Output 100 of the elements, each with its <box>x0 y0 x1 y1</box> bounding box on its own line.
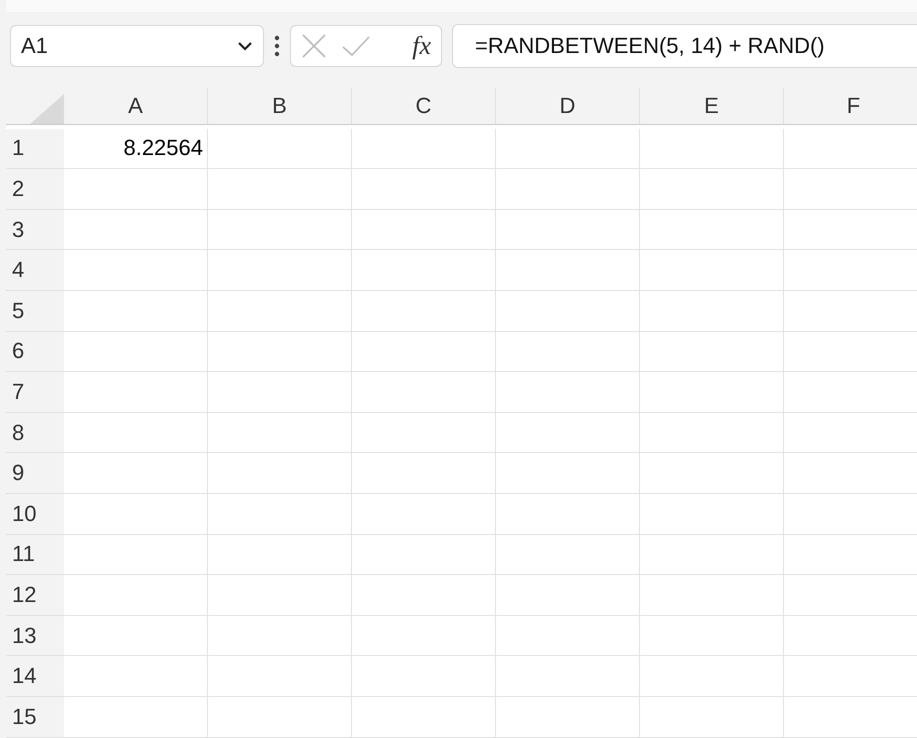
column-header[interactable]: E <box>640 88 784 125</box>
table-cell[interactable] <box>64 534 208 576</box>
row-header[interactable]: 1 <box>6 128 64 170</box>
row-header[interactable]: 11 <box>6 534 64 576</box>
row-header[interactable]: 13 <box>6 616 64 656</box>
table-cell[interactable] <box>496 372 640 413</box>
table-cell[interactable] <box>64 616 208 656</box>
table-cell[interactable] <box>208 696 352 738</box>
table-cell[interactable] <box>208 575 352 616</box>
table-cell[interactable] <box>352 332 496 372</box>
table-cell[interactable] <box>640 494 784 535</box>
table-cell[interactable] <box>352 412 496 454</box>
table-cell[interactable] <box>640 696 784 738</box>
row-header[interactable]: 8 <box>6 412 64 454</box>
row-header[interactable]: 9 <box>6 453 64 494</box>
table-cell[interactable] <box>352 616 496 656</box>
table-cell[interactable] <box>208 169 352 210</box>
table-cell[interactable] <box>640 534 784 576</box>
table-cell[interactable] <box>208 453 352 494</box>
table-cell[interactable] <box>64 656 208 697</box>
column-header[interactable]: B <box>208 88 352 125</box>
table-cell[interactable] <box>64 210 208 250</box>
table-cell[interactable] <box>640 412 784 454</box>
row-header[interactable]: 14 <box>6 656 64 697</box>
table-cell[interactable] <box>208 656 352 697</box>
table-cell[interactable] <box>496 453 640 494</box>
table-cell[interactable] <box>640 453 784 494</box>
table-cell[interactable] <box>496 332 640 372</box>
table-cell[interactable] <box>208 534 352 576</box>
table-cell[interactable] <box>64 332 208 372</box>
table-cell[interactable] <box>352 656 496 697</box>
table-cell[interactable] <box>496 128 640 170</box>
table-cell[interactable] <box>352 534 496 576</box>
table-cell[interactable] <box>64 372 208 413</box>
table-cell[interactable] <box>352 696 496 738</box>
row-header[interactable]: 5 <box>6 290 64 332</box>
table-cell[interactable] <box>496 210 640 250</box>
table-cell[interactable] <box>640 250 784 291</box>
table-cell[interactable] <box>352 453 496 494</box>
table-cell[interactable] <box>352 372 496 413</box>
table-cell[interactable] <box>352 169 496 210</box>
column-header[interactable]: A <box>64 88 208 125</box>
row-header[interactable]: 2 <box>6 169 64 210</box>
table-cell[interactable] <box>496 494 640 535</box>
table-cell[interactable] <box>208 250 352 291</box>
table-cell[interactable] <box>640 169 784 210</box>
table-cell[interactable] <box>64 575 208 616</box>
table-cell[interactable] <box>640 210 784 250</box>
table-cell[interactable] <box>208 210 352 250</box>
column-header[interactable]: D <box>496 88 640 125</box>
table-cell[interactable] <box>496 250 640 291</box>
table-cell[interactable] <box>352 494 496 535</box>
row-header[interactable]: 7 <box>6 372 64 413</box>
row-header[interactable]: 12 <box>6 575 64 616</box>
name-box[interactable]: A1 <box>10 25 264 67</box>
formula-field[interactable]: =RANDBETWEEN(5, 14) + RAND() <box>452 24 917 68</box>
table-cell[interactable] <box>208 290 352 332</box>
table-cell[interactable] <box>64 696 208 738</box>
cancel-icon[interactable] <box>301 33 327 59</box>
table-cell[interactable] <box>64 169 208 210</box>
table-cell[interactable] <box>496 412 640 454</box>
table-cell[interactable] <box>208 494 352 535</box>
table-cell[interactable] <box>64 453 208 494</box>
table-cell[interactable] <box>352 575 496 616</box>
table-cell[interactable] <box>352 128 496 170</box>
row-header[interactable]: 3 <box>6 210 64 250</box>
table-cell[interactable] <box>352 250 496 291</box>
table-cell[interactable] <box>496 290 640 332</box>
table-cell[interactable] <box>352 290 496 332</box>
table-cell[interactable] <box>640 290 784 332</box>
table-cell[interactable] <box>496 656 640 697</box>
row-header[interactable]: 15 <box>6 696 64 738</box>
check-icon[interactable] <box>341 35 371 57</box>
table-cell[interactable] <box>208 332 352 372</box>
table-cell[interactable] <box>496 696 640 738</box>
table-cell[interactable] <box>64 494 208 535</box>
table-cell[interactable] <box>496 534 640 576</box>
table-cell[interactable] <box>640 332 784 372</box>
table-cell[interactable] <box>208 128 352 170</box>
table-cell[interactable] <box>640 372 784 413</box>
table-cell[interactable] <box>64 412 208 454</box>
table-cell[interactable] <box>64 290 208 332</box>
table-cell[interactable] <box>208 372 352 413</box>
table-cell[interactable] <box>640 128 784 170</box>
row-header[interactable]: 10 <box>6 494 64 535</box>
table-cell[interactable] <box>64 250 208 291</box>
table-cell[interactable] <box>208 616 352 656</box>
insert-function-button[interactable]: fx <box>412 31 431 61</box>
table-cell[interactable] <box>352 210 496 250</box>
row-header[interactable]: 4 <box>6 250 64 291</box>
table-cell[interactable] <box>496 616 640 656</box>
column-header[interactable]: C <box>352 88 496 125</box>
table-cell[interactable]: 8.22564 <box>64 128 208 170</box>
table-cell[interactable] <box>208 412 352 454</box>
table-cell[interactable] <box>640 575 784 616</box>
column-header[interactable]: F <box>784 88 917 125</box>
table-cell[interactable] <box>640 656 784 697</box>
more-options-icon[interactable] <box>274 35 280 57</box>
row-header[interactable]: 6 <box>6 332 64 372</box>
table-cell[interactable] <box>496 575 640 616</box>
